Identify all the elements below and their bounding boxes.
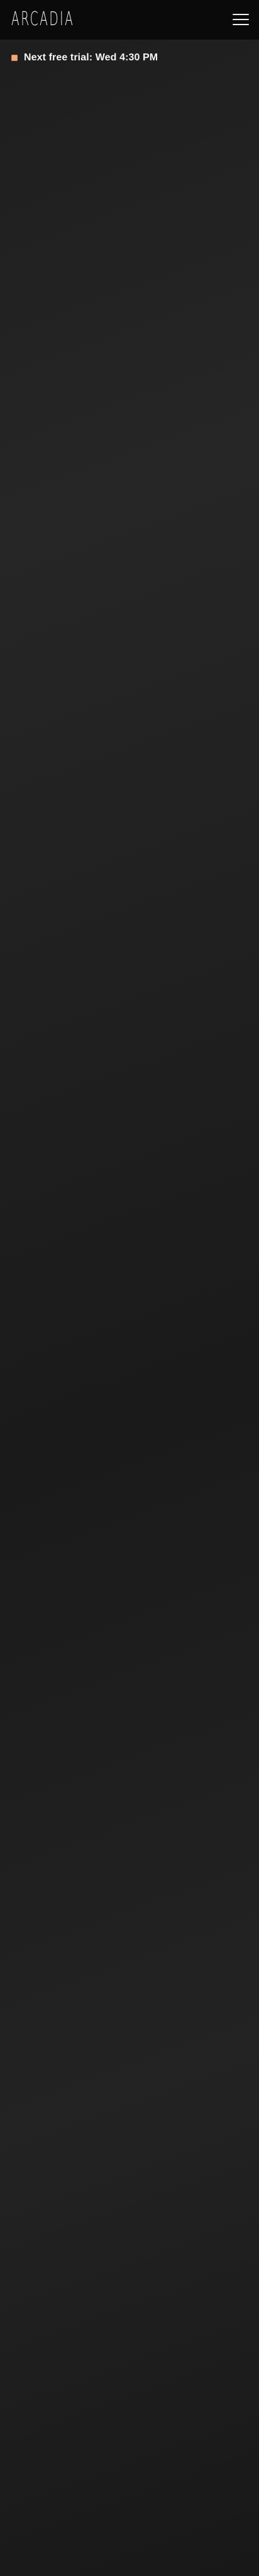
top-navigation-bar: ARCADIA bbox=[0, 0, 259, 40]
next-free-trial-banner: Next free trial: Wed 4:30 PM bbox=[11, 50, 158, 65]
calendar-icon bbox=[11, 55, 18, 61]
page: ARCADIA Next free trial: Wed 4:30 PM bbox=[0, 0, 259, 2576]
logo-text: ARCADIA bbox=[11, 8, 75, 30]
hamburger-menu-icon[interactable] bbox=[233, 13, 249, 26]
menu-line-bottom bbox=[233, 24, 249, 25]
next-free-trial-text: Next free trial: Wed 4:30 PM bbox=[24, 52, 158, 63]
arcadia-logo[interactable]: ARCADIA bbox=[11, 7, 113, 32]
menu-line-top bbox=[233, 14, 249, 15]
menu-line-middle bbox=[233, 19, 249, 20]
